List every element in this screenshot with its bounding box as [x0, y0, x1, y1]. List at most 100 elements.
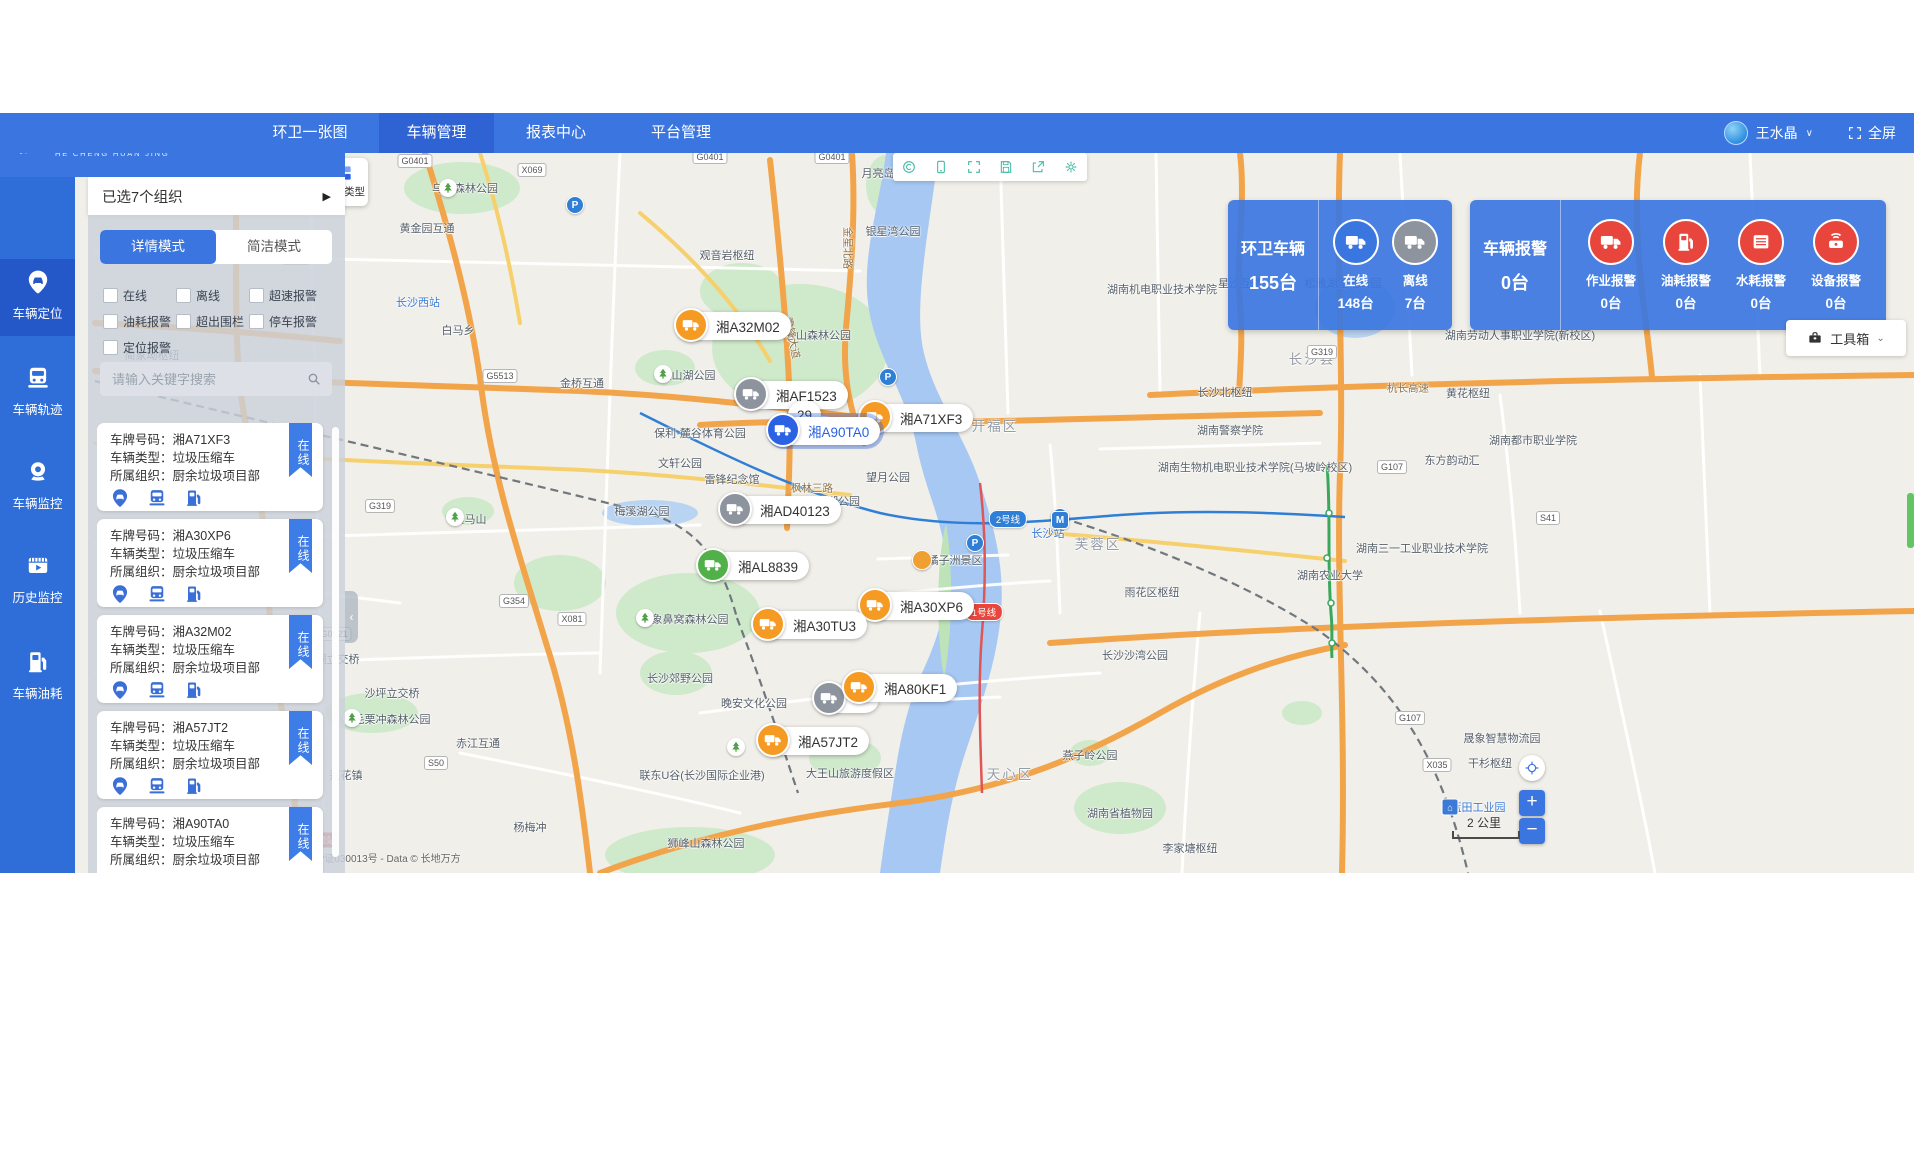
sidebar-item-历史监控[interactable]: 历史监控 — [0, 543, 75, 620]
checkbox-icon[interactable] — [103, 314, 118, 329]
map-label: 月亮岛 — [862, 165, 895, 181]
user-avatar[interactable] — [1724, 121, 1748, 145]
filter-油耗报警[interactable]: 油耗报警 — [103, 311, 171, 331]
fuel-vehicle-icon[interactable] — [184, 872, 204, 873]
fuel-vehicle-icon[interactable] — [184, 584, 204, 607]
browser-scrollbar-thumb[interactable] — [1907, 493, 1914, 548]
vehicle-card-湘A32M02[interactable]: 车牌号码：湘A32M02车辆类型：垃圾压缩车所属组织：厨余垃圾项目部在线 — [97, 615, 323, 703]
org-selector[interactable]: 已选7个组织 ▶ — [88, 177, 345, 215]
alarm-item-count: 0台 — [1811, 292, 1861, 312]
track-vehicle-icon[interactable] — [147, 488, 167, 511]
map-label: 东方韵动汇 — [1425, 452, 1480, 468]
chevron-down-icon[interactable]: ∨ — [1806, 128, 1813, 139]
factory-icon: ⌂ — [1442, 799, 1459, 816]
park-icon — [654, 365, 672, 383]
locate-vehicle-icon[interactable] — [110, 680, 130, 703]
vehicle-card-湘A71XF3[interactable]: 车牌号码：湘A71XF3车辆类型：垃圾压缩车所属组织：厨余垃圾项目部在线 — [97, 423, 323, 511]
vehicle-marker-湘AD40123[interactable]: 湘AD40123 — [722, 496, 841, 524]
filter-超速报警[interactable]: 超速报警 — [249, 285, 317, 305]
water-alarm-icon — [1738, 219, 1784, 265]
fuel-vehicle-icon[interactable] — [184, 680, 204, 703]
fuel-vehicle-icon[interactable] — [184, 776, 204, 799]
search-icon[interactable] — [306, 371, 322, 387]
expand-icon[interactable] — [963, 156, 985, 178]
checkbox-icon[interactable] — [176, 314, 191, 329]
vehicle-marker-湘A30XP6[interactable]: 湘A30XP6 — [862, 592, 974, 620]
filter-超出围栏[interactable]: 超出围栏 — [176, 311, 244, 331]
sidebar-item-车辆轨迹[interactable]: 车辆轨迹 — [0, 355, 75, 432]
save-icon[interactable] — [995, 156, 1017, 178]
vehicle-marker-湘A32M02[interactable]: 湘A32M02 — [678, 312, 791, 340]
track-vehicle-icon[interactable] — [147, 584, 167, 607]
toolbox-button[interactable]: 工具箱 ⌄ — [1786, 320, 1906, 356]
sidebar-item-车辆定位[interactable]: 车辆定位 — [0, 259, 75, 336]
track-vehicle-icon[interactable] — [147, 680, 167, 703]
alarm-item-count: 0台 — [1661, 292, 1711, 312]
checkbox-icon[interactable] — [249, 314, 264, 329]
vehicle-marker-湘AL8839[interactable]: 湘AL8839 — [700, 552, 809, 580]
map-label: 干杉枢纽 — [1468, 755, 1512, 771]
track-vehicle-icon[interactable] — [147, 872, 167, 873]
locate-button[interactable] — [1519, 755, 1545, 781]
mode-detail-button[interactable]: 详情模式 — [100, 230, 216, 264]
truck-marker-icon — [696, 548, 730, 582]
panel-collapse-handle[interactable]: ‹ — [345, 591, 358, 643]
device-icon[interactable] — [930, 156, 952, 178]
toolbox-label: 工具箱 — [1830, 329, 1869, 348]
fullscreen-button[interactable]: 全屏 — [1847, 123, 1896, 143]
measure-circle-icon[interactable] — [898, 156, 920, 178]
map-label: 湖南生物机电职业技术学院(马坡岭校区) — [1158, 459, 1352, 475]
checkbox-icon[interactable] — [103, 340, 118, 355]
user-name[interactable]: 王水晶 — [1756, 123, 1798, 143]
locate-vehicle-icon[interactable] — [110, 776, 130, 799]
vehicle-card-湘A30XP6[interactable]: 车牌号码：湘A30XP6车辆类型：垃圾压缩车所属组织：厨余垃圾项目部在线 — [97, 519, 323, 607]
checkbox-icon[interactable] — [176, 288, 191, 303]
alarm-item-label: 油耗报警 — [1661, 270, 1711, 289]
road-shield-badge: G5513 — [482, 369, 517, 383]
share-icon[interactable] — [1027, 156, 1049, 178]
vehicle-card-湘A90TA0[interactable]: 车牌号码：湘A90TA0车辆类型：垃圾压缩车所属组织：厨余垃圾项目部在线 — [97, 807, 323, 873]
mode-simple-button[interactable]: 简洁模式 — [216, 230, 332, 264]
vehicle-marker-湘A80KF1[interactable]: 湘A80KF1 — [846, 674, 957, 702]
alarm-stat-作业报警: 作业报警0台 — [1586, 219, 1636, 312]
fuel-vehicle-icon[interactable] — [184, 488, 204, 511]
zoom-out-button[interactable]: − — [1519, 818, 1545, 844]
map-label: 梅溪湖公园 — [615, 503, 670, 519]
filter-停车报警[interactable]: 停车报警 — [249, 311, 317, 331]
map-label: 开福区 — [972, 415, 1019, 435]
nav-tab-4[interactable]: 平台管理 — [631, 113, 731, 153]
settings-icon[interactable] — [1060, 156, 1082, 178]
checkbox-icon[interactable] — [249, 288, 264, 303]
checkbox-icon[interactable] — [103, 288, 118, 303]
road-shield-badge: G354 — [499, 594, 529, 608]
locate-vehicle-icon[interactable] — [110, 488, 130, 511]
vehicle-marker-湘A90TA0[interactable]: 湘A90TA0 — [770, 417, 880, 445]
filter-在线[interactable]: 在线 — [103, 285, 147, 305]
vehicle-marker-湘A30TU3[interactable]: 湘A30TU3 — [755, 611, 867, 639]
truck-marker-icon — [812, 681, 846, 715]
zoom-in-button[interactable]: + — [1519, 790, 1545, 816]
sidebar-item-label: 车辆轨迹 — [0, 399, 75, 418]
mode-switch: 详情模式 简洁模式 — [100, 230, 332, 264]
filter-离线[interactable]: 离线 — [176, 285, 220, 305]
filter-label: 超出围栏 — [196, 313, 244, 330]
sidebar-item-车辆监控[interactable]: 车辆监控 — [0, 449, 75, 526]
nav-tab-1[interactable]: 环卫一张图 — [258, 113, 362, 153]
map-label: 枫林三路 — [791, 481, 833, 496]
vehicle-card-湘A57JT2[interactable]: 车牌号码：湘A57JT2车辆类型：垃圾压缩车所属组织：厨余垃圾项目部在线 — [97, 711, 323, 799]
panel-scrollbar[interactable] — [332, 427, 339, 857]
search-input[interactable] — [110, 371, 306, 388]
vehicle-marker-湘A57JT2[interactable]: 湘A57JT2 — [760, 727, 869, 755]
sidebar-item-车辆油耗[interactable]: 车辆油耗 — [0, 639, 75, 716]
filter-定位报警[interactable]: 定位报警 — [103, 337, 171, 357]
map-label: 金桥互通 — [560, 375, 604, 391]
nav-tab-3[interactable]: 报表中心 — [506, 113, 606, 153]
map-label: 长沙西站 — [396, 294, 440, 310]
map-label: 芙蓉区 — [1075, 533, 1122, 553]
locate-vehicle-icon[interactable] — [110, 872, 130, 873]
camera-icon — [0, 459, 75, 489]
alarm-stat-油耗报警: 油耗报警 0台 — [1661, 219, 1711, 312]
locate-vehicle-icon[interactable] — [110, 584, 130, 607]
nav-tab-2[interactable]: 车辆管理 — [379, 113, 494, 153]
track-vehicle-icon[interactable] — [147, 776, 167, 799]
